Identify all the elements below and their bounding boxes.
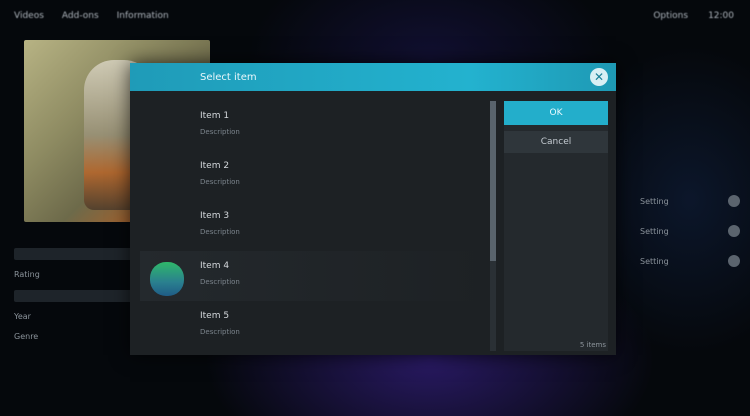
- list-item[interactable]: Item 5 Description: [140, 301, 485, 351]
- ok-button[interactable]: OK: [504, 101, 608, 125]
- item-label: Item 1: [200, 111, 230, 121]
- toggle-icon[interactable]: [728, 195, 740, 207]
- list-item[interactable]: Item 1 Description: [140, 101, 485, 151]
- item-description: Description: [200, 278, 240, 286]
- toggle-icon[interactable]: [728, 255, 740, 267]
- list-item[interactable]: Item 2 Description: [140, 151, 485, 201]
- item-count: 5 items: [579, 341, 606, 349]
- scrollbar[interactable]: [490, 101, 496, 351]
- info-bar: [14, 248, 134, 260]
- clock: 12:00: [708, 11, 734, 21]
- left-info-panel: Rating Year Genre: [14, 240, 134, 352]
- option-label: Setting: [640, 226, 669, 236]
- topbar-right: Options 12:00: [653, 11, 734, 21]
- right-options-panel: Setting Setting Setting: [640, 190, 740, 280]
- dialog-title: Select item: [200, 71, 257, 83]
- item-description: Description: [200, 128, 240, 136]
- info-line: Rating: [14, 270, 40, 279]
- cancel-button[interactable]: Cancel: [504, 131, 608, 153]
- option-row[interactable]: Setting: [640, 190, 740, 212]
- close-button[interactable]: ✕: [590, 68, 608, 86]
- addon-icon: [150, 262, 184, 296]
- info-line: Year: [14, 312, 31, 321]
- select-dialog: Select item ✕ Item 1 Description Item 2 …: [130, 63, 616, 355]
- option-row[interactable]: Setting: [640, 250, 740, 272]
- item-list: Item 1 Description Item 2 Description It…: [140, 101, 485, 351]
- breadcrumb-item[interactable]: Add-ons: [62, 11, 99, 21]
- info-line: Genre: [14, 332, 39, 341]
- top-bar: Videos Add-ons Information Options 12:00: [14, 8, 734, 24]
- option-label: Setting: [640, 256, 669, 266]
- item-label: Item 4: [200, 261, 230, 271]
- breadcrumb: Videos Add-ons Information: [14, 11, 169, 21]
- dialog-header: Select item ✕: [130, 63, 616, 91]
- toggle-icon[interactable]: [728, 225, 740, 237]
- list-item[interactable]: Item 3 Description: [140, 201, 485, 251]
- dialog-buttons: OK Cancel: [504, 101, 608, 351]
- item-label: Item 5: [200, 311, 230, 321]
- breadcrumb-item[interactable]: Videos: [14, 11, 44, 21]
- option-row[interactable]: Setting: [640, 220, 740, 242]
- item-description: Description: [200, 228, 240, 236]
- item-description: Description: [200, 328, 240, 336]
- option-label: Setting: [640, 196, 669, 206]
- breadcrumb-item[interactable]: Information: [117, 11, 169, 21]
- info-bar: [14, 290, 134, 302]
- item-label: Item 2: [200, 161, 230, 171]
- options-label[interactable]: Options: [653, 11, 688, 21]
- scroll-thumb[interactable]: [490, 101, 496, 261]
- item-description: Description: [200, 178, 240, 186]
- list-item-focused[interactable]: Item 4 Description: [140, 251, 485, 301]
- close-icon: ✕: [593, 70, 605, 84]
- item-label: Item 3: [200, 211, 230, 221]
